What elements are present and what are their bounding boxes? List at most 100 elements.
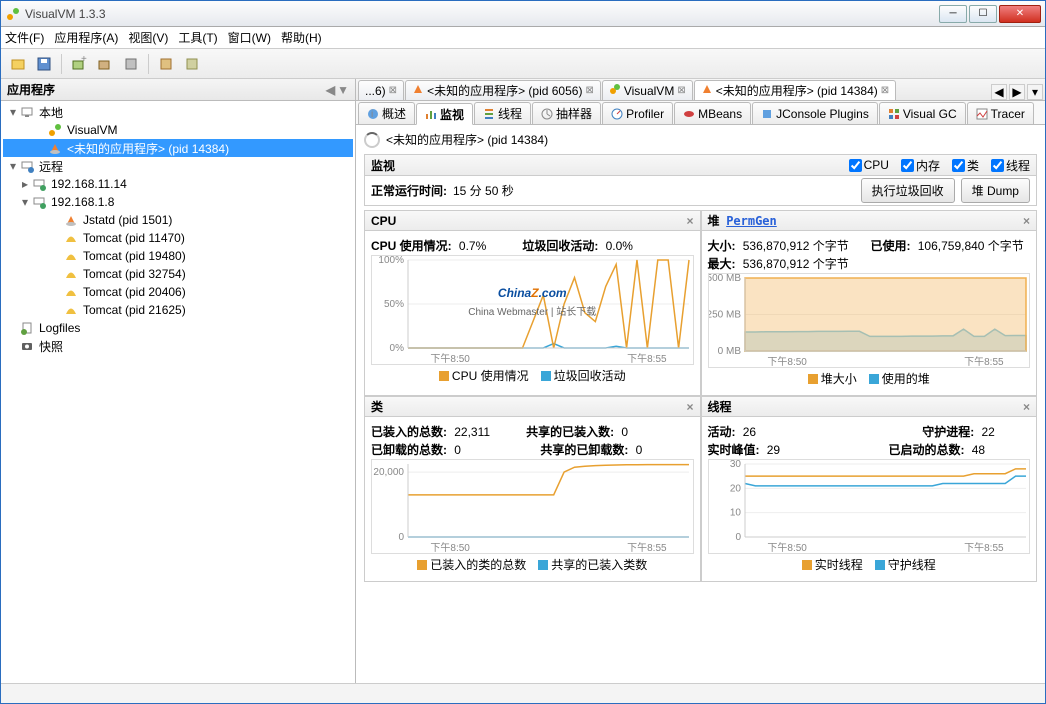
heap-title: 堆 bbox=[708, 212, 720, 229]
close-icon[interactable]: × bbox=[1023, 400, 1030, 414]
close-button[interactable]: ✕ bbox=[999, 5, 1041, 23]
add-local-button[interactable]: + bbox=[68, 53, 90, 75]
tree-node-host1[interactable]: ▸192.168.11.14 bbox=[3, 175, 353, 193]
toolbar: + bbox=[1, 49, 1045, 79]
separator bbox=[61, 54, 62, 74]
svg-text:250 MB: 250 MB bbox=[709, 310, 741, 321]
svg-text:0 MB: 0 MB bbox=[717, 346, 741, 357]
tree-node-tomcat5[interactable]: Tomcat (pid 21625) bbox=[3, 301, 353, 319]
maximize-button[interactable]: ☐ bbox=[969, 5, 997, 23]
app-tree: ▾本地 VisualVM <未知的应用程序> (pid 14384) ▾远程 ▸… bbox=[1, 101, 355, 683]
subtab-jconsole[interactable]: JConsole Plugins bbox=[752, 102, 878, 124]
save-button[interactable] bbox=[33, 53, 55, 75]
close-icon[interactable]: ⊠ bbox=[881, 85, 889, 96]
subtab-visualgc[interactable]: Visual GC bbox=[879, 102, 966, 124]
tree-node-unknown-local[interactable]: <未知的应用程序> (pid 14384) bbox=[3, 139, 353, 157]
menu-file[interactable]: 文件(F) bbox=[5, 29, 44, 46]
cpu-panel: CPU× CPU 使用情况: 0.7% 垃圾回收活动: 0.0% 0%50%10… bbox=[364, 210, 701, 396]
title-bar: VisualVM 1.3.3 ─ ☐ ✕ bbox=[1, 1, 1045, 27]
svg-text:下午8:50: 下午8:50 bbox=[430, 541, 470, 553]
close-icon[interactable]: ⊠ bbox=[585, 85, 593, 96]
tab-more[interactable]: ...6)⊠ bbox=[358, 80, 404, 100]
sidebar: 应用程序 ◀ ▼ ▾本地 VisualVM <未知的应用程序> (pid 143… bbox=[1, 79, 356, 683]
classes-title: 类 bbox=[371, 398, 383, 415]
subtab-overview[interactable]: i概述 bbox=[358, 102, 415, 124]
open-snapshot-button[interactable] bbox=[7, 53, 29, 75]
heap-panel: 堆 PermGen× 大小: 536,870,912 个字节 已使用: 106,… bbox=[701, 210, 1038, 396]
menu-app[interactable]: 应用程序(A) bbox=[54, 29, 118, 46]
cpu-chart: 0%50%100%下午8:50下午8:55 ChinaZ.com China W… bbox=[371, 255, 694, 365]
tree-node-tomcat1[interactable]: Tomcat (pid 11470) bbox=[3, 229, 353, 247]
check-thread[interactable]: 线程 bbox=[991, 157, 1030, 174]
tabs-next-icon[interactable]: ▶ bbox=[1009, 84, 1025, 100]
svg-text:下午8:55: 下午8:55 bbox=[627, 352, 667, 364]
check-mem[interactable]: 内存 bbox=[901, 157, 940, 174]
subtab-monitor[interactable]: 监视 bbox=[416, 103, 473, 125]
app-window: VisualVM 1.3.3 ─ ☐ ✕ 文件(F) 应用程序(A) 视图(V)… bbox=[0, 0, 1046, 704]
status-bar bbox=[1, 683, 1045, 703]
svg-text:下午8:55: 下午8:55 bbox=[964, 355, 1004, 367]
subtab-profiler[interactable]: Profiler bbox=[602, 102, 673, 124]
classes-chart: 020,000下午8:50下午8:55 bbox=[371, 459, 694, 554]
content-area: ...6)⊠ <未知的应用程序> (pid 6056)⊠ VisualVM⊠ <… bbox=[356, 79, 1045, 683]
tabs-prev-icon[interactable]: ◀ bbox=[991, 84, 1007, 100]
tree-node-snapshot[interactable]: 快照 bbox=[3, 337, 353, 355]
threads-panel: 线程× 活动: 26 守护进程: 22实时峰值: 29 已启动的总数: 48 0… bbox=[701, 396, 1038, 582]
tabs-list-icon[interactable]: ▾ bbox=[1027, 84, 1043, 100]
tree-node-tomcat2[interactable]: Tomcat (pid 19480) bbox=[3, 247, 353, 265]
spinner-icon bbox=[364, 132, 380, 148]
sidebar-collapse-icon[interactable]: ◀ bbox=[326, 83, 335, 97]
svg-text:0: 0 bbox=[735, 532, 741, 543]
heap-dump-button[interactable]: 堆 Dump bbox=[961, 178, 1030, 203]
tree-node-remote[interactable]: ▾远程 bbox=[3, 157, 353, 175]
add-jmx-button[interactable] bbox=[94, 53, 116, 75]
menu-window[interactable]: 窗口(W) bbox=[228, 29, 271, 46]
detach-button[interactable] bbox=[181, 53, 203, 75]
close-icon[interactable]: ⊠ bbox=[677, 85, 685, 96]
menu-bar: 文件(F) 应用程序(A) 视图(V) 工具(T) 窗口(W) 帮助(H) bbox=[1, 27, 1045, 49]
menu-view[interactable]: 视图(V) bbox=[128, 29, 168, 46]
permgen-link[interactable]: PermGen bbox=[726, 214, 777, 228]
svg-text:下午8:50: 下午8:50 bbox=[767, 541, 807, 553]
tree-node-host2[interactable]: ▾192.168.1.8 bbox=[3, 193, 353, 211]
svg-text:0%: 0% bbox=[390, 343, 405, 354]
cpu-title: CPU bbox=[371, 214, 396, 228]
subtab-mbeans[interactable]: MBeans bbox=[674, 102, 751, 124]
tree-node-visualvm[interactable]: VisualVM bbox=[3, 121, 353, 139]
tab-visualvm[interactable]: VisualVM⊠ bbox=[602, 80, 693, 100]
tree-node-jstatd[interactable]: Jstatd (pid 1501) bbox=[3, 211, 353, 229]
tab-unknown14384[interactable]: <未知的应用程序> (pid 14384)⊠ bbox=[694, 80, 896, 100]
gc-button[interactable]: 执行垃圾回收 bbox=[861, 178, 955, 203]
tree-node-local[interactable]: ▾本地 bbox=[3, 103, 353, 121]
add-host-button[interactable] bbox=[120, 53, 142, 75]
check-cpu[interactable]: CPU bbox=[849, 157, 889, 174]
svg-text:0: 0 bbox=[398, 532, 404, 543]
svg-text:50%: 50% bbox=[384, 299, 404, 310]
attach-button[interactable] bbox=[155, 53, 177, 75]
menu-help[interactable]: 帮助(H) bbox=[281, 29, 322, 46]
tab-unknown6056[interactable]: <未知的应用程序> (pid 6056)⊠ bbox=[405, 80, 601, 100]
subtab-tracer[interactable]: Tracer bbox=[967, 102, 1034, 124]
check-class[interactable]: 类 bbox=[952, 157, 979, 174]
minimize-button[interactable]: ─ bbox=[939, 5, 967, 23]
close-icon[interactable]: × bbox=[686, 214, 693, 228]
close-icon[interactable]: ⊠ bbox=[389, 85, 397, 96]
process-title: <未知的应用程序> (pid 14384) bbox=[364, 129, 1037, 154]
sidebar-head: 应用程序 ◀ ▼ bbox=[1, 79, 355, 101]
tree-node-tomcat4[interactable]: Tomcat (pid 20406) bbox=[3, 283, 353, 301]
heap-chart: 0 MB250 MB500 MB下午8:50下午8:55 bbox=[708, 273, 1031, 368]
sidebar-title: 应用程序 bbox=[7, 81, 55, 98]
svg-text:20: 20 bbox=[729, 483, 741, 494]
tree-node-logfiles[interactable]: Logfiles bbox=[3, 319, 353, 337]
svg-text:30: 30 bbox=[729, 460, 741, 470]
close-icon[interactable]: × bbox=[1023, 214, 1030, 228]
subtab-threads[interactable]: 线程 bbox=[474, 102, 531, 124]
window-title: VisualVM 1.3.3 bbox=[25, 7, 939, 21]
tree-node-tomcat3[interactable]: Tomcat (pid 32754) bbox=[3, 265, 353, 283]
sidebar-menu-icon[interactable]: ▼ bbox=[337, 83, 349, 97]
threads-chart: 0102030下午8:50下午8:55 bbox=[708, 459, 1031, 554]
close-icon[interactable]: × bbox=[686, 400, 693, 414]
subtab-sampler[interactable]: 抽样器 bbox=[532, 102, 601, 124]
menu-tools[interactable]: 工具(T) bbox=[178, 29, 217, 46]
svg-text:+: + bbox=[81, 56, 87, 65]
